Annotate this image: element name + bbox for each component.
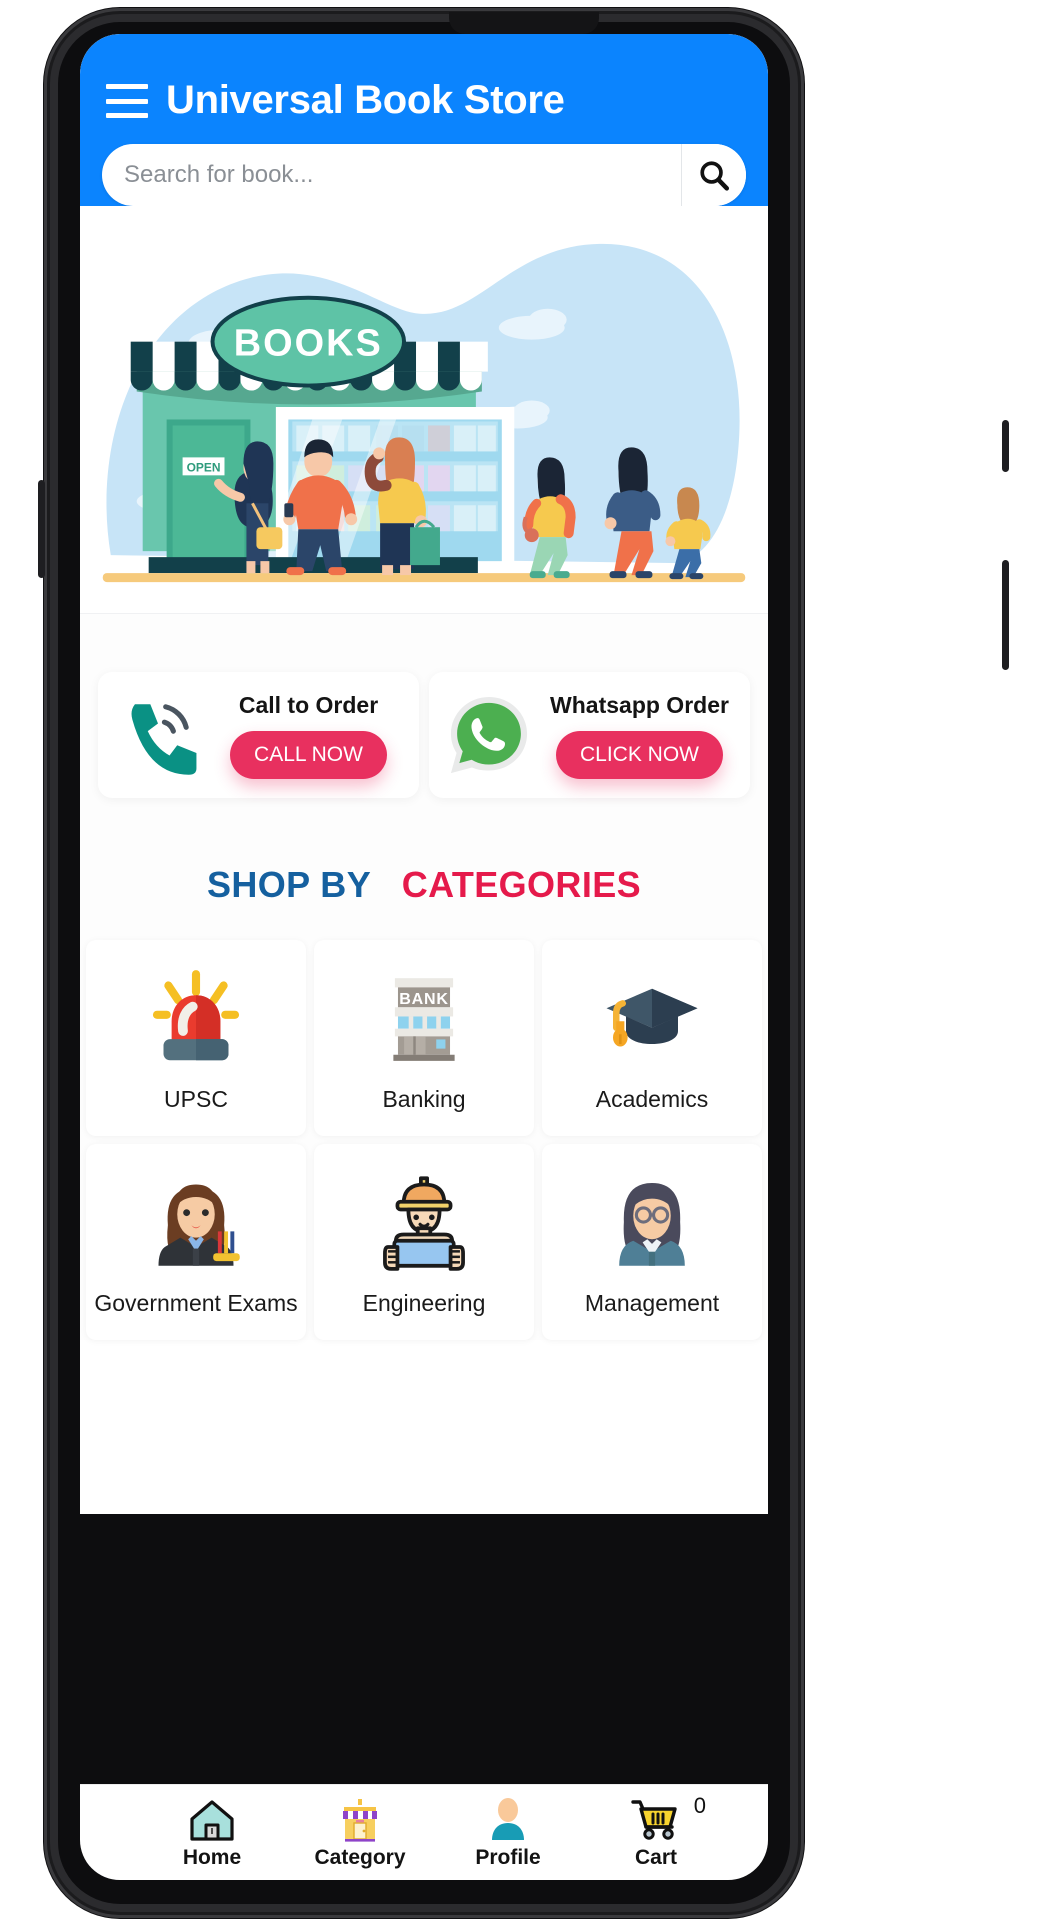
category-label: Academics [595,1085,709,1112]
nav-label: Category [314,1846,406,1869]
heading-part-shop-by: SHOP BY [206,864,371,905]
category-label: Government Exams [94,1289,298,1316]
side-button-left[interactable] [38,480,45,578]
nav-label: Profile [475,1846,541,1869]
home-icon [188,1795,236,1843]
whatsapp-icon [439,693,539,777]
search-button[interactable] [682,144,746,206]
call-now-button[interactable]: CALL NOW [230,730,387,779]
category-card-banking[interactable]: BANK Banking [314,940,534,1136]
cart-icon [630,1795,682,1843]
person-icon [485,1795,531,1843]
nav-label: Home [182,1846,242,1869]
siren-icon [144,964,248,1072]
bookstore-illustration: BOOKS OPEN [102,243,746,583]
app-bar: Universal Book Store [80,34,768,206]
nav-item-category[interactable]: Category [314,1795,406,1870]
phone-notch [448,12,599,34]
shop-icon [336,1795,384,1843]
phone-call-icon [108,694,208,776]
manager-woman-icon [602,1168,702,1276]
nav-label: Cart [634,1846,677,1869]
category-card-upsc[interactable]: UPSC [86,940,306,1136]
engineer-icon [374,1168,474,1276]
search-icon [700,161,730,191]
search-bar[interactable] [102,144,746,206]
category-label: Banking [382,1085,466,1112]
hamburger-icon[interactable] [106,84,148,118]
whatsapp-card-text: Whatsapp Order CLICK NOW [539,692,740,779]
search-area [80,132,768,206]
hero-banner[interactable]: BOOKS OPEN [80,206,768,614]
phone-screen: Universal Book Store Search for book... … [80,34,768,1514]
call-card-title: Call to Order [238,691,379,718]
graduation-cap-icon [600,964,704,1072]
power-button[interactable] [1002,420,1009,472]
screenshot-root: Universal Book Store Search for book... … [0,0,1047,1926]
category-label: UPSC [164,1085,228,1112]
bottom-navigation: Home Category Profile 0 Cart [80,1784,768,1880]
contact-section: Call to Order CALL NOW Whatsapp Order CL… [80,614,768,798]
svg-text:OPEN: OPEN [187,460,221,474]
svg-text:BANK: BANK [399,990,448,1008]
app-bar-row: Universal Book Store [80,68,768,132]
click-now-button[interactable]: CLICK NOW [555,730,723,779]
whatsapp-card-title: Whatsapp Order [550,691,729,718]
category-label: Engineering [362,1289,486,1316]
call-to-order-card[interactable]: Call to Order CALL NOW [98,672,419,798]
nav-item-profile[interactable]: Profile [462,1795,554,1870]
shop-by-categories-heading: SHOP BY CATEGORIES [80,798,768,940]
category-label: Management [584,1289,720,1316]
call-card-text: Call to Order CALL NOW [208,692,409,779]
category-grid: UPSC BANK Banking Academics Government E… [80,940,768,1340]
contact-row: Call to Order CALL NOW Whatsapp Order CL… [98,672,750,798]
search-input[interactable] [102,144,681,206]
svg-text:BOOKS: BOOKS [234,323,383,365]
bank-building-icon: BANK [375,964,473,1072]
category-card-academics[interactable]: Academics [542,940,762,1136]
whatsapp-order-card[interactable]: Whatsapp Order CLICK NOW [429,672,750,798]
category-card-engineering[interactable]: Engineering [314,1144,534,1340]
category-card-government-exams[interactable]: Government Exams [86,1144,306,1340]
cart-badge: 0 [693,1793,706,1818]
officer-woman-icon [146,1168,246,1276]
nav-item-home[interactable]: Home [166,1795,258,1870]
category-card-management[interactable]: Management [542,1144,762,1340]
heading-part-categories: CATEGORIES [401,864,642,905]
volume-button[interactable] [1002,560,1009,670]
nav-item-cart[interactable]: 0 Cart [610,1793,706,1870]
page-title: Universal Book Store [166,77,565,122]
